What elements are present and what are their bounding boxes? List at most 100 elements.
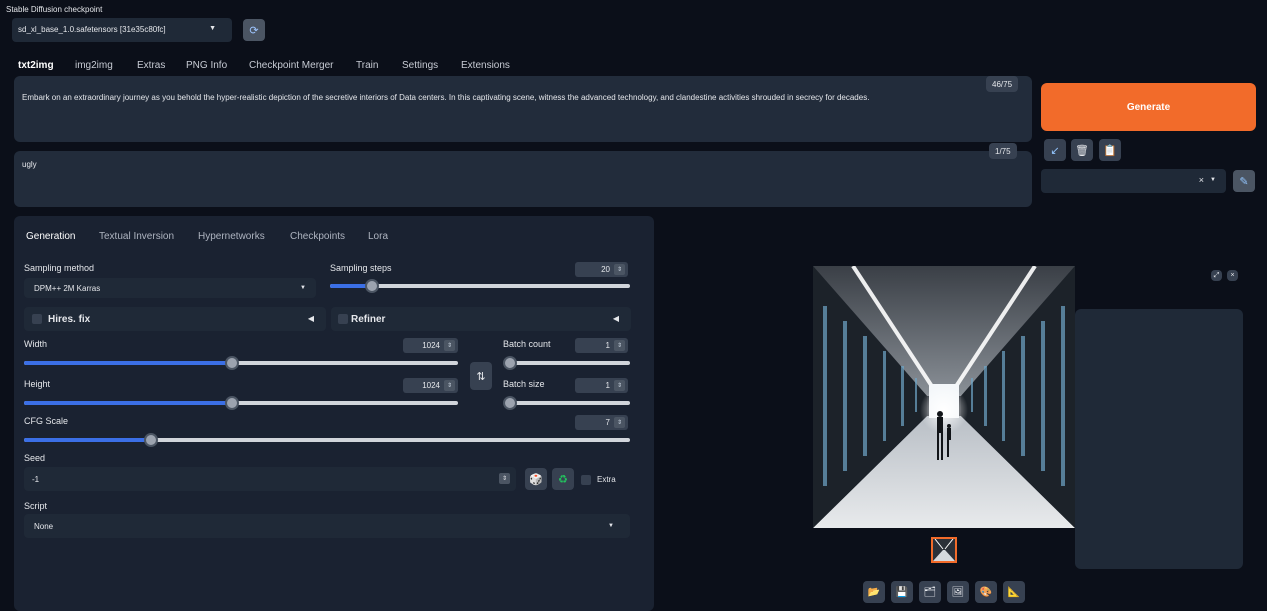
edit-styles-button[interactable]: ✎	[1233, 170, 1255, 192]
checkpoint-value: sd_xl_base_1.0.safetensors [31e35c80fc]	[18, 25, 166, 34]
width-slider[interactable]	[24, 356, 458, 370]
seed-label: Seed	[24, 453, 46, 463]
ruler-icon: 📐	[1007, 586, 1021, 598]
batch-count-label: Batch count	[503, 339, 551, 349]
close-icon: ×	[1230, 272, 1235, 279]
script-dropdown[interactable]: None ▼	[24, 514, 630, 538]
stepper-icon[interactable]: ⇕	[614, 380, 625, 391]
tab-settings[interactable]: Settings	[402, 60, 438, 71]
cfg-scale-input[interactable]: 7 ⇕	[575, 415, 628, 430]
sampling-steps-input[interactable]: 20 ⇕	[575, 262, 628, 277]
height-value: 1024	[422, 381, 440, 390]
prompt-textarea[interactable]: Embark on an extraordinary journey as yo…	[14, 76, 1032, 142]
clear-icon[interactable]: ×	[1199, 175, 1204, 185]
tab-extras[interactable]: Extras	[137, 60, 165, 71]
refiner-label: Refiner	[351, 314, 386, 325]
settings-panel	[14, 216, 654, 611]
hires-fix-checkbox[interactable]	[32, 314, 42, 324]
height-label: Height	[24, 379, 51, 389]
cfg-scale-label: CFG Scale	[24, 416, 69, 426]
clear-prompt-button[interactable]: 🗑	[1071, 139, 1093, 161]
height-input[interactable]: 1024 ⇕	[403, 378, 458, 393]
hires-fix-label: Hires. fix	[48, 314, 91, 325]
arrow-icon: ↙	[1050, 144, 1060, 157]
recycle-icon: ♻	[558, 473, 568, 486]
width-input[interactable]: 1024 ⇕	[403, 338, 458, 353]
batch-size-label: Batch size	[503, 379, 545, 389]
refresh-checkpoint-button[interactable]: ⟳	[243, 19, 265, 41]
slider-handle[interactable]	[503, 396, 517, 410]
prompt-token-counter: 46/75	[986, 76, 1019, 92]
send-to-inpaint-button[interactable]: 🎨	[975, 581, 997, 603]
stepper-icon[interactable]: ⇕	[444, 340, 455, 351]
hires-fix-accordion[interactable]: Hires. fix ◀	[24, 307, 326, 331]
generated-image[interactable]	[813, 264, 1075, 528]
sampling-method-dropdown[interactable]: DPM++ 2M Karras ▼	[24, 278, 316, 298]
sampling-steps-slider[interactable]	[330, 279, 630, 293]
image-icon: 🖼	[951, 586, 965, 598]
extra-seed-checkbox[interactable]	[581, 475, 591, 485]
swap-dimensions-button[interactable]: ⇅	[470, 362, 492, 390]
folder-icon: 📂	[867, 586, 881, 598]
tab-txt2img[interactable]: txt2img	[18, 60, 54, 71]
open-folder-button[interactable]: 📂	[863, 581, 885, 603]
chevron-down-icon: ▼	[209, 25, 216, 32]
prompt-text: Embark on an extraordinary journey as yo…	[22, 93, 870, 102]
batch-size-value: 1	[605, 381, 610, 390]
tab-checkpoint-merger[interactable]: Checkpoint Merger	[249, 60, 333, 71]
generate-button[interactable]: Generate	[1041, 83, 1256, 131]
cfg-scale-slider[interactable]	[24, 433, 630, 447]
tab-img2img[interactable]: img2img	[75, 60, 113, 71]
tab-png-info[interactable]: PNG Info	[186, 60, 227, 71]
archive-icon: 🗂	[923, 586, 937, 598]
tab-textual-inversion[interactable]: Textual Inversion	[99, 231, 174, 242]
styles-dropdown[interactable]: × ▼	[1041, 169, 1226, 193]
chevron-down-icon: ▼	[300, 285, 306, 291]
batch-size-input[interactable]: 1 ⇕	[575, 378, 628, 393]
seed-input[interactable]: -1 ⇕	[24, 467, 516, 491]
width-value: 1024	[422, 341, 440, 350]
stepper-icon[interactable]: ⇕	[499, 473, 510, 484]
refiner-accordion[interactable]: Refiner ◀	[331, 307, 631, 331]
collapse-arrow-icon: ◀	[307, 314, 314, 323]
image-thumbnail[interactable]	[931, 537, 957, 563]
read-params-button[interactable]: ↙	[1044, 139, 1066, 161]
extra-seed-label: Extra	[597, 475, 616, 484]
fullscreen-button[interactable]: ⤢	[1211, 270, 1222, 281]
batch-count-input[interactable]: 1 ⇕	[575, 338, 628, 353]
sampling-steps-value: 20	[601, 265, 610, 274]
zip-button[interactable]: 🗂	[919, 581, 941, 603]
slider-handle[interactable]	[365, 279, 379, 293]
save-icon: 💾	[895, 586, 909, 598]
save-button[interactable]: 💾	[891, 581, 913, 603]
stepper-icon[interactable]: ⇕	[444, 380, 455, 391]
width-label: Width	[24, 339, 48, 349]
dice-icon: 🎲	[529, 473, 543, 486]
stepper-icon[interactable]: ⇕	[614, 417, 625, 428]
slider-handle[interactable]	[503, 356, 517, 370]
checkpoint-dropdown[interactable]: sd_xl_base_1.0.safetensors [31e35c80fc] …	[12, 18, 232, 42]
stepper-icon[interactable]: ⇕	[614, 340, 625, 351]
stepper-icon[interactable]: ⇕	[614, 264, 625, 275]
script-value: None	[34, 522, 54, 531]
tab-train[interactable]: Train	[356, 60, 378, 71]
refiner-checkbox[interactable]	[338, 314, 348, 324]
send-to-extras-button[interactable]: 📐	[1003, 581, 1025, 603]
batch-count-value: 1	[605, 341, 610, 350]
seed-value: -1	[32, 475, 40, 484]
negative-prompt-textarea[interactable]: ugly	[14, 151, 1032, 207]
random-seed-button[interactable]: 🎲	[525, 468, 547, 490]
tab-generation[interactable]: Generation	[26, 231, 75, 242]
height-slider[interactable]	[24, 396, 458, 410]
tab-lora[interactable]: Lora	[368, 231, 388, 242]
close-gallery-button[interactable]: ×	[1227, 270, 1238, 281]
send-to-img2img-button[interactable]: 🖼	[947, 581, 969, 603]
reuse-seed-button[interactable]: ♻	[552, 468, 574, 490]
paste-style-button[interactable]: 📋	[1099, 139, 1121, 161]
batch-size-slider[interactable]	[503, 396, 630, 410]
script-label: Script	[24, 501, 48, 511]
tab-hypernetworks[interactable]: Hypernetworks	[198, 231, 265, 242]
tab-checkpoints[interactable]: Checkpoints	[290, 231, 345, 242]
tab-extensions[interactable]: Extensions	[461, 60, 510, 71]
batch-count-slider[interactable]	[503, 356, 630, 370]
